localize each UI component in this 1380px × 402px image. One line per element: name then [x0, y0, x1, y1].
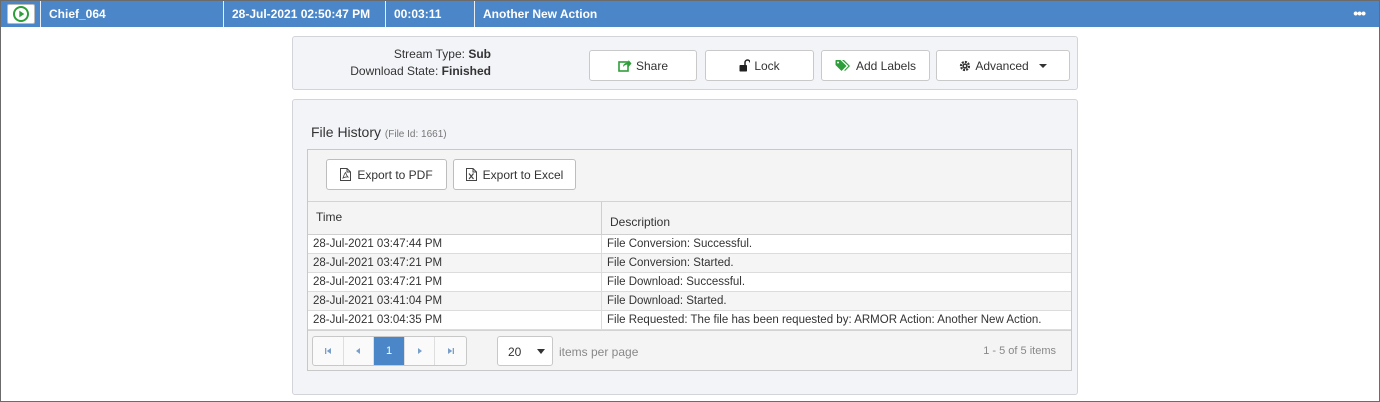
- row-description: File Download: Successful.: [607, 276, 746, 288]
- row-description: File Download: Started.: [607, 295, 727, 307]
- advanced-dropdown-button[interactable]: Advanced: [936, 50, 1070, 81]
- row-description: File Conversion: Successful.: [607, 238, 753, 250]
- stream-type-row: Stream Type: Sub: [333, 46, 491, 63]
- table-row[interactable]: 28-Jul-2021 03:47:44 PM File Conversion:…: [308, 235, 1071, 254]
- page-button[interactable]: 1: [374, 337, 405, 365]
- table-row[interactable]: 28-Jul-2021 03:47:21 PM File Download: S…: [308, 273, 1071, 292]
- tags-icon: [835, 60, 850, 71]
- row-description: File Requested: The file has been reques…: [607, 314, 1042, 326]
- first-page-button[interactable]: [313, 337, 344, 365]
- table-header: Time Description: [308, 202, 1071, 235]
- last-page-icon: [447, 348, 454, 354]
- header-duration: 00:03:11: [386, 1, 475, 27]
- row-time: 28-Jul-2021 03:41:04 PM: [308, 292, 602, 310]
- file-history-title: File History: [311, 124, 382, 140]
- items-per-page-label: items per page: [559, 345, 639, 359]
- action-panel: Stream Type: Sub Download State: Finishe…: [292, 36, 1078, 90]
- download-state-label: Download State:: [350, 64, 439, 78]
- header-name: Chief_064: [41, 1, 224, 27]
- header-action: Another New Action: [483, 7, 598, 21]
- more-options-icon[interactable]: •••: [1353, 5, 1366, 21]
- lock-button[interactable]: Lock: [705, 50, 814, 81]
- last-page-button[interactable]: [435, 337, 466, 365]
- items-range-label: 1 - 5 of 5 items: [983, 345, 1056, 357]
- export-excel-label: Export to Excel: [482, 167, 564, 182]
- download-state-value: Finished: [441, 64, 491, 78]
- table-row[interactable]: 28-Jul-2021 03:47:21 PM File Conversion:…: [308, 254, 1071, 273]
- pdf-file-icon: [340, 168, 352, 181]
- column-header-description[interactable]: Description: [602, 202, 1071, 234]
- lock-open-icon: [739, 59, 751, 72]
- export-pdf-label: Export to PDF: [357, 167, 433, 182]
- download-state-row: Download State: Finished: [333, 63, 491, 80]
- stream-type-label: Stream Type:: [393, 47, 465, 61]
- table-row[interactable]: 28-Jul-2021 03:41:04 PM File Download: S…: [308, 292, 1071, 311]
- row-description: File Conversion: Started.: [607, 257, 734, 269]
- previous-page-button[interactable]: [344, 337, 375, 365]
- add-labels-label: Add Labels: [855, 58, 917, 73]
- row-time: 28-Jul-2021 03:47:44 PM: [308, 235, 602, 253]
- pager-buttons: 1: [312, 336, 467, 366]
- grid-toolbar: Export to PDF Export to Excel: [308, 150, 1071, 202]
- row-time: 28-Jul-2021 03:47:21 PM: [308, 254, 602, 272]
- row-time: 28-Jul-2021 03:47:21 PM: [308, 273, 602, 291]
- stream-info: Stream Type: Sub Download State: Finishe…: [333, 46, 491, 80]
- table-row[interactable]: 28-Jul-2021 03:04:35 PM File Requested: …: [308, 311, 1071, 330]
- share-button[interactable]: Share: [589, 50, 697, 81]
- excel-file-icon: [465, 168, 477, 181]
- advanced-label: Advanced: [975, 58, 1029, 73]
- header-datetime: 28-Jul-2021 02:50:47 PM: [224, 1, 386, 27]
- recording-header-row[interactable]: Chief_064 28-Jul-2021 02:50:47 PM 00:03:…: [1, 1, 1379, 27]
- file-history-panel: File History (File Id: 1661) Export to P…: [292, 99, 1078, 395]
- gear-icon: [960, 60, 971, 71]
- file-history-heading: File History (File Id: 1661): [311, 124, 447, 140]
- next-page-button[interactable]: [405, 337, 436, 365]
- pager: 1 20 items per page 1 - 5 of 5 items: [308, 330, 1071, 370]
- share-icon: [618, 60, 632, 72]
- play-button[interactable]: [6, 4, 35, 24]
- file-id: (File Id: 1661): [384, 129, 447, 140]
- page-size-select[interactable]: 20: [497, 336, 553, 366]
- page-size-value: 20: [508, 345, 522, 359]
- lock-label: Lock: [754, 58, 780, 73]
- add-labels-button[interactable]: Add Labels: [821, 50, 930, 81]
- play-cell: [1, 1, 41, 27]
- dropdown-arrow-icon: [537, 349, 545, 354]
- row-time: 28-Jul-2021 03:04:35 PM: [308, 311, 602, 329]
- next-page-icon: [417, 348, 422, 354]
- first-page-icon: [324, 348, 331, 354]
- chevron-down-icon: [1038, 63, 1047, 68]
- export-excel-button[interactable]: Export to Excel: [453, 159, 576, 190]
- stream-type-value: Sub: [468, 47, 491, 61]
- share-label: Share: [635, 58, 669, 73]
- file-history-grid: Export to PDF Export to Excel Time Descr…: [307, 149, 1072, 371]
- export-pdf-button[interactable]: Export to PDF: [326, 159, 447, 190]
- previous-page-icon: [356, 348, 361, 354]
- column-header-time[interactable]: Time: [308, 202, 602, 234]
- play-icon: [12, 6, 29, 22]
